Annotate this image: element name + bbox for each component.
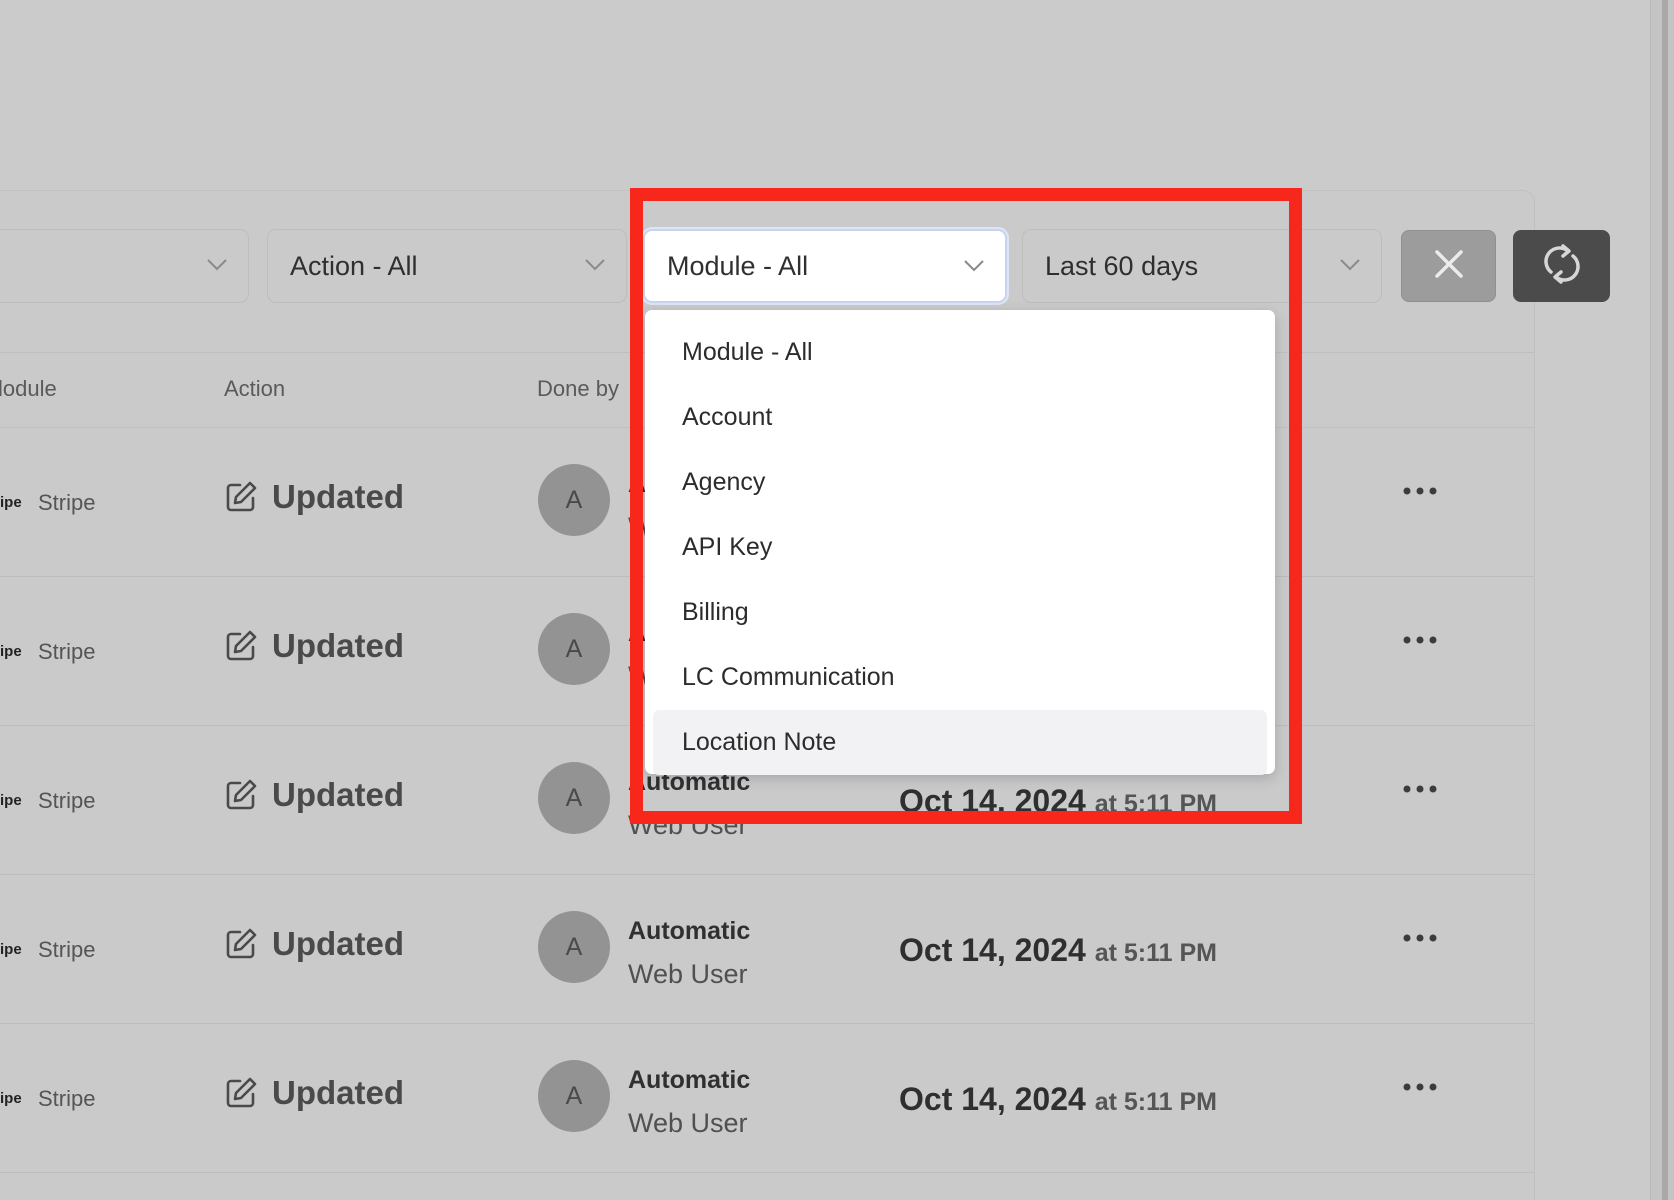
avatar: A <box>538 1060 610 1132</box>
page-scrollbar[interactable] <box>1650 0 1674 1200</box>
avatar: A <box>538 911 610 983</box>
date-cell: Oct 14, 2024 at 5:11 PM <box>899 932 1217 969</box>
date-value: Oct 14, 2024 <box>899 783 1086 819</box>
module-name: Stripe <box>38 788 96 813</box>
action-cell: Updated <box>224 925 404 963</box>
action-cell: Updated <box>224 776 404 814</box>
clear-filters-button[interactable] <box>1401 230 1496 302</box>
dropdown-option[interactable]: Account <box>653 385 1267 450</box>
chevron-down-icon <box>206 258 228 272</box>
module-logo: ipe <box>0 643 22 660</box>
edit-icon <box>224 480 258 514</box>
date-value: Oct 14, 2024 <box>899 1081 1086 1117</box>
dropdown-option[interactable]: API Key <box>653 515 1267 580</box>
user-type: Web User <box>628 810 748 840</box>
column-header-module: lodule <box>0 376 57 401</box>
time-value: at 5:11 PM <box>1094 939 1217 967</box>
refresh-icon <box>1542 242 1582 291</box>
table-row[interactable]: ipe Stripe Updated A Automatic Web User Oct 14… <box>0 1024 1535 1173</box>
date-range-select[interactable]: Last 60 days <box>1022 229 1382 303</box>
dropdown-option[interactable]: Agency <box>653 450 1267 515</box>
table-row[interactable]: ipe Stripe Updated A Automatic Web User Oct 14… <box>0 875 1535 1024</box>
module-name: Stripe <box>38 1086 96 1111</box>
user-type: Web User <box>628 1108 748 1138</box>
module-logo: ipe <box>0 1090 22 1107</box>
edit-icon <box>224 629 258 663</box>
action-filter-value: Action - All <box>290 250 418 281</box>
dropdown-option[interactable]: Location Note <box>653 710 1267 775</box>
user-name: Automatic <box>628 917 751 945</box>
chevron-down-icon <box>963 259 985 273</box>
action-cell: Updated <box>224 627 404 665</box>
module-dropdown-menu: Module - All Account Agency API Key Billing L… <box>645 310 1275 775</box>
more-horizontal-icon[interactable] <box>1402 1079 1438 1097</box>
module-name: Stripe <box>38 639 96 664</box>
more-horizontal-icon[interactable] <box>1402 781 1438 799</box>
date-cell: Oct 14, 2024 at 5:11 PM <box>899 1081 1217 1118</box>
action-label: Updated <box>272 627 404 664</box>
date-value: Oct 14, 2024 <box>899 932 1086 968</box>
more-horizontal-icon[interactable] <box>1402 632 1438 650</box>
date-cell: Oct 14, 2024 at 5:11 PM <box>899 783 1217 820</box>
avatar: A <box>538 464 610 536</box>
module-logo: ipe <box>0 941 22 958</box>
date-range-value: Last 60 days <box>1045 250 1199 281</box>
column-header-done-by: Done by <box>537 376 619 401</box>
refresh-button[interactable] <box>1513 230 1610 302</box>
time-value: at 5:11 PM <box>1094 790 1217 818</box>
module-name: Stripe <box>38 937 96 962</box>
more-horizontal-icon[interactable] <box>1402 930 1438 948</box>
action-label: Updated <box>272 925 404 962</box>
edit-icon <box>224 1076 258 1110</box>
more-horizontal-icon[interactable] <box>1402 483 1438 501</box>
module-logo: ipe <box>0 494 22 511</box>
action-label: Updated <box>272 1074 404 1111</box>
user-type: Web User <box>628 959 748 989</box>
avatar: A <box>538 613 610 685</box>
chevron-down-icon <box>1339 258 1361 272</box>
dropdown-option[interactable]: Module - All <box>653 320 1267 385</box>
close-icon <box>1434 249 1464 284</box>
column-header-action: Action <box>224 376 286 401</box>
dropdown-option[interactable]: LC Communication <box>653 645 1267 710</box>
edit-icon <box>224 778 258 812</box>
chevron-down-icon <box>584 258 606 272</box>
module-logo: ipe <box>0 792 22 809</box>
action-label: Updated <box>272 776 404 813</box>
avatar: A <box>538 762 610 834</box>
audit-logs-page: Action - All Last 60 days lodule Action … <box>0 0 1674 1200</box>
action-filter-select[interactable]: Action - All <box>267 229 627 303</box>
time-value: at 5:11 PM <box>1094 1088 1217 1116</box>
edit-icon <box>224 927 258 961</box>
filter-select-first[interactable] <box>0 229 249 303</box>
dropdown-option[interactable]: Billing <box>653 580 1267 645</box>
module-filter-select[interactable]: Module - All <box>643 229 1007 303</box>
action-label: Updated <box>272 478 404 515</box>
module-name: Stripe <box>38 490 96 515</box>
module-filter-value: Module - All <box>667 250 809 281</box>
action-cell: Updated <box>224 1074 404 1112</box>
action-cell: Updated <box>224 478 404 516</box>
user-name: Automatic <box>628 1066 751 1094</box>
